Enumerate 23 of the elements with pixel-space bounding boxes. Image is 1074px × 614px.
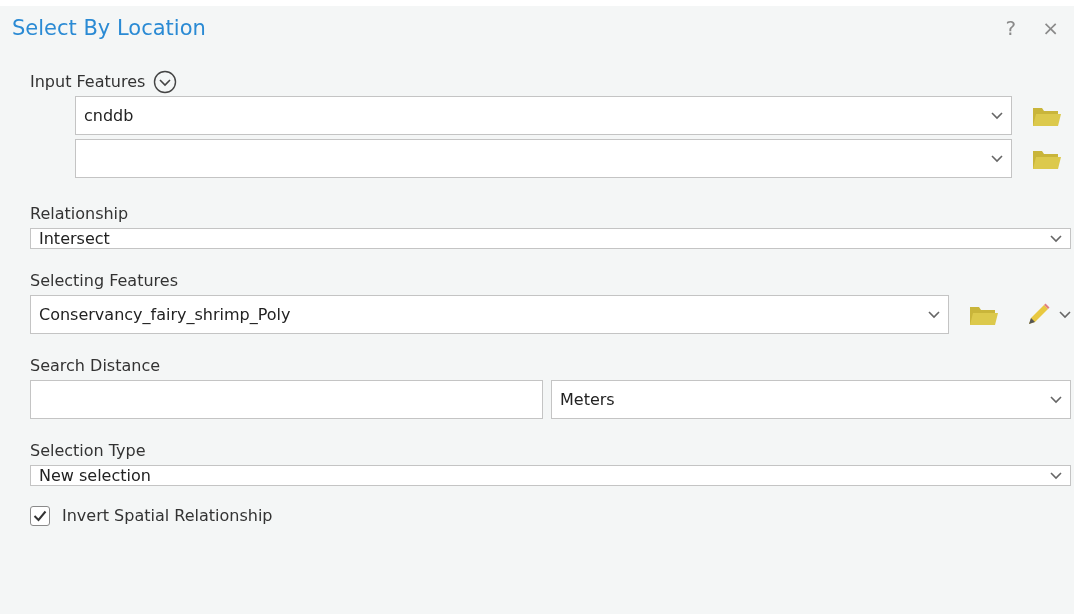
field-label: Relationship: [30, 204, 129, 224]
chevron-down-icon[interactable]: [991, 154, 1003, 163]
input-dropdown[interactable]: cnddb: [75, 96, 1012, 135]
chevron-down-icon[interactable]: [1059, 310, 1071, 319]
selecting-features-dropdown[interactable]: Conservancy_fairy_shrimp_Poly: [30, 295, 949, 334]
field-label: Selection Type: [30, 441, 146, 461]
relationship-dropdown[interactable]: Intersect: [30, 228, 1071, 249]
selection-type-dropdown[interactable]: New selection: [30, 465, 1071, 486]
input-dropdown[interactable]: [75, 139, 1012, 178]
chevron-down-icon[interactable]: [991, 111, 1003, 120]
checkbox[interactable]: [30, 506, 50, 526]
chevron-down-icon[interactable]: [1050, 395, 1062, 404]
dialog-title: Select By Location: [12, 16, 207, 40]
unit-dropdown[interactable]: Meters: [551, 380, 1071, 419]
field-label: Search Distance: [30, 356, 160, 376]
search-distance-field[interactable]: [30, 380, 543, 419]
chevron-down-icon[interactable]: [1050, 234, 1062, 243]
checkbox-label: Invert Spatial Relationship: [62, 506, 273, 526]
field-label: Selecting Features: [30, 271, 178, 291]
chevron-down-icon[interactable]: [1050, 471, 1062, 480]
field-label: Input Features: [30, 72, 146, 92]
expand-chevron-icon[interactable]: [153, 70, 178, 94]
chevron-down-icon[interactable]: [928, 310, 940, 319]
